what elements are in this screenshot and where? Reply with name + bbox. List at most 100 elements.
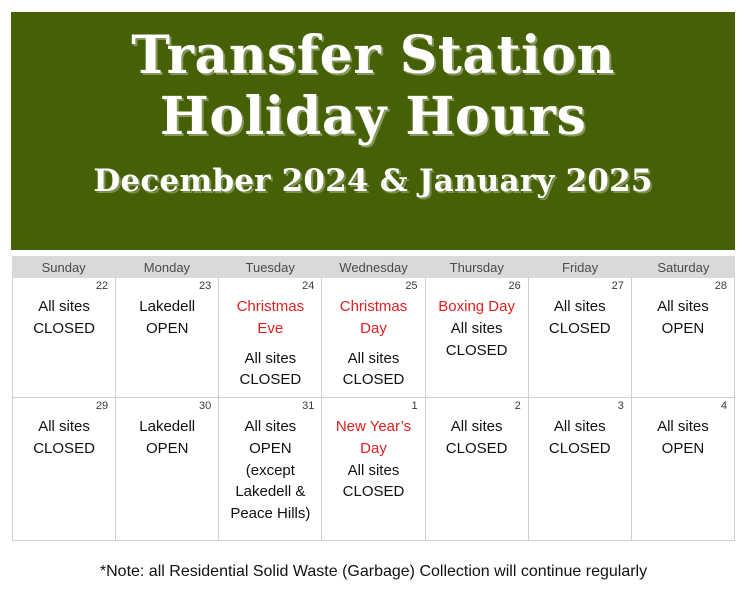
status-line: CLOSED — [445, 439, 508, 457]
calendar-day-cell[interactable]: 2 All sites CLOSED — [425, 398, 529, 541]
holiday-label: Day — [360, 439, 387, 457]
weekday-header-wednesday: Wednesday — [321, 256, 426, 278]
day-number: 25 — [405, 280, 418, 292]
calendar-week-row: 29 All sites CLOSED 30 Lakedell OPEN 31 … — [12, 398, 735, 541]
status-line: CLOSED — [342, 483, 405, 501]
day-number: 28 — [714, 280, 727, 292]
holiday-label: Christmas — [339, 298, 408, 315]
holiday-label: New Year’s — [335, 418, 412, 435]
day-content: Boxing Day All sites CLOSED — [432, 296, 522, 361]
calendar-day-cell[interactable]: 26 Boxing Day All sites CLOSED — [425, 278, 529, 398]
weekday-header-row: Sunday Monday Tuesday Wednesday Thursday… — [12, 256, 735, 278]
footnote: *Note: all Residential Solid Waste (Garb… — [99, 563, 648, 580]
day-content: All sites CLOSED — [432, 416, 522, 460]
page-title-line-1: Transfer Station — [131, 25, 615, 86]
status-line: All sites — [244, 418, 297, 435]
weekday-header-tuesday: Tuesday — [218, 256, 322, 278]
day-number: 3 — [617, 400, 624, 412]
day-content: All sites CLOSED — [19, 296, 109, 340]
status-line: OPEN — [145, 319, 189, 337]
status-line: CLOSED — [548, 439, 611, 457]
calendar-day-cell[interactable]: 4 All sites OPEN — [631, 398, 735, 541]
weekday-header-friday: Friday — [528, 256, 632, 278]
holiday-label: Christmas — [236, 298, 305, 315]
holiday-hours-poster: Transfer Station Holiday Hours December … — [0, 0, 747, 609]
status-line: All sites — [38, 418, 90, 435]
day-number: 29 — [95, 400, 109, 412]
page-title: Transfer Station Holiday Hours — [131, 25, 615, 148]
weekday-header-sunday: Sunday — [12, 256, 116, 278]
day-number: 4 — [720, 400, 727, 412]
calendar-day-cell[interactable]: 25 Christmas Day All sites CLOSED — [322, 278, 426, 398]
calendar-day-cell[interactable]: 27 All sites CLOSED — [528, 278, 632, 398]
status-line: All sites — [450, 319, 503, 337]
page-title-line-2: Holiday Hours — [159, 85, 587, 147]
calendar-day-cell[interactable]: 1 New Year’s Day All sites CLOSED — [322, 398, 426, 541]
day-number: 26 — [508, 280, 521, 292]
status-line: Lakedell & — [235, 483, 306, 501]
holiday-label: Boxing Day — [438, 298, 515, 315]
weekday-header-saturday: Saturday — [631, 256, 735, 278]
day-number: 22 — [95, 280, 109, 292]
calendar-day-cell[interactable]: 30 Lakedell OPEN — [116, 398, 220, 541]
calendar: Sunday Monday Tuesday Wednesday Thursday… — [12, 256, 735, 541]
holiday-label: Eve — [257, 319, 284, 337]
day-content: All sites CLOSED — [535, 416, 625, 460]
status-line: CLOSED — [548, 319, 611, 337]
day-content: All sites CLOSED — [535, 296, 625, 340]
day-content: Lakedell OPEN — [122, 296, 212, 340]
status-line: OPEN — [145, 439, 189, 457]
status-line: CLOSED — [33, 319, 95, 337]
status-line: OPEN — [249, 439, 292, 457]
status-line: All sites — [450, 418, 503, 435]
status-line: All sites — [38, 298, 90, 315]
status-line: Lakedell — [139, 298, 196, 315]
holiday-label: Day — [360, 319, 387, 337]
status-line: Lakedell — [139, 418, 196, 435]
calendar-day-cell[interactable]: 31 All sites OPEN (except Lakedell & Pea… — [219, 398, 323, 541]
calendar-day-cell[interactable]: 3 All sites CLOSED — [528, 398, 632, 541]
status-line: CLOSED — [33, 439, 95, 457]
status-line: Peace Hills) — [230, 505, 311, 522]
status-line: All sites — [657, 298, 709, 315]
day-number: 27 — [611, 280, 624, 292]
day-number: 23 — [199, 280, 212, 292]
status-line: All sites — [553, 298, 606, 315]
day-number: 24 — [302, 280, 315, 292]
day-content: All sites OPEN — [638, 296, 728, 340]
day-content: All sites OPEN — [638, 416, 728, 460]
status-line: All sites — [553, 418, 606, 435]
day-content: All sites OPEN (except Lakedell & Peace … — [225, 416, 315, 525]
weekday-header-thursday: Thursday — [425, 256, 529, 278]
day-content: Lakedell OPEN — [122, 416, 212, 460]
banner: Transfer Station Holiday Hours December … — [11, 12, 735, 250]
calendar-day-cell[interactable]: 23 Lakedell OPEN — [116, 278, 220, 398]
status-line: (except — [245, 461, 295, 479]
status-line: All sites — [347, 349, 400, 367]
calendar-day-cell[interactable]: 29 All sites CLOSED — [13, 398, 117, 541]
calendar-day-cell[interactable]: 24 Christmas Eve All sites CLOSED — [219, 278, 323, 398]
day-number: 1 — [411, 400, 418, 412]
day-number: 2 — [514, 400, 521, 412]
status-line: OPEN — [661, 439, 705, 457]
calendar-day-cell[interactable]: 22 All sites CLOSED — [13, 278, 117, 398]
status-line: All sites — [244, 349, 297, 367]
status-line: All sites — [347, 461, 400, 479]
page-subtitle: December 2024 & January 2025 — [93, 162, 653, 199]
day-number: 30 — [199, 400, 212, 412]
weekday-header-monday: Monday — [115, 256, 219, 278]
status-line: All sites — [657, 418, 709, 435]
day-content: All sites CLOSED — [19, 416, 109, 460]
status-line: CLOSED — [342, 371, 405, 389]
calendar-week-row: 22 All sites CLOSED 23 Lakedell OPEN 24 … — [12, 278, 735, 398]
day-content: Christmas Day All sites CLOSED — [328, 296, 418, 391]
day-content: Christmas Eve All sites CLOSED — [225, 296, 315, 391]
status-line: CLOSED — [445, 341, 508, 359]
status-line: CLOSED — [239, 371, 302, 389]
status-line: OPEN — [661, 319, 705, 337]
day-content: New Year’s Day All sites CLOSED — [328, 416, 418, 503]
day-number: 31 — [302, 400, 315, 412]
calendar-day-cell[interactable]: 28 All sites OPEN — [631, 278, 735, 398]
